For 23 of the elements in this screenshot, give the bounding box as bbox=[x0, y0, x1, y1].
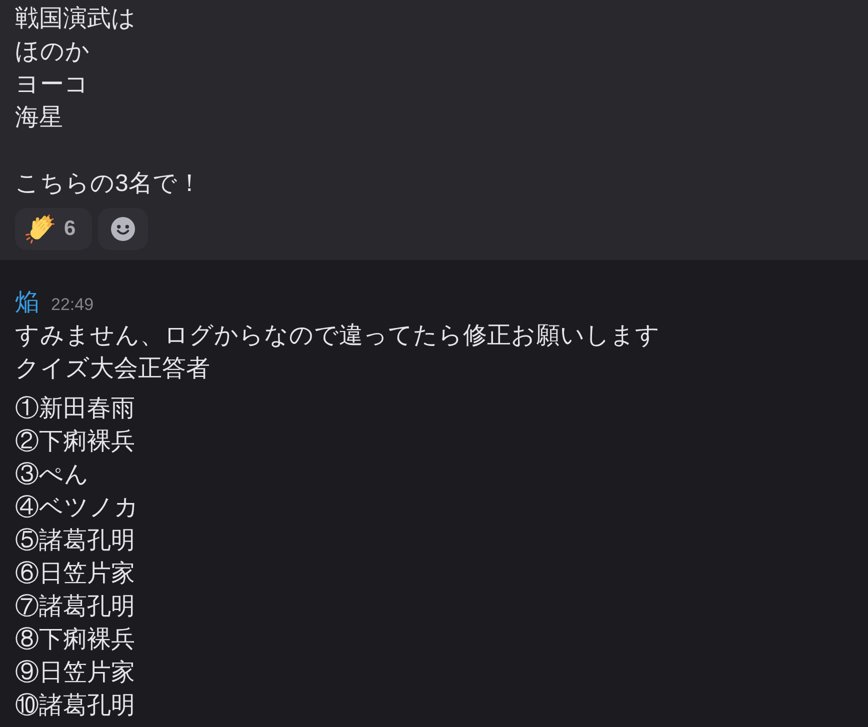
message-text: ⑤諸葛孔明 bbox=[15, 526, 135, 556]
message-text: ⑧下痢裸兵 bbox=[15, 625, 135, 655]
add-reaction-button[interactable] bbox=[98, 208, 148, 250]
message-text: ⑩諸葛孔明 bbox=[15, 691, 135, 721]
message-text: クイズ大会正答者 bbox=[15, 354, 210, 384]
message-text: 戦国演武は bbox=[15, 4, 136, 34]
message-text: ②下痢裸兵 bbox=[15, 427, 135, 457]
message-text: ④ベツノカ bbox=[15, 493, 139, 523]
message-text: ③ぺん bbox=[15, 460, 89, 490]
message-text: ⑨日笠片家 bbox=[15, 658, 135, 688]
message-text: 海星 bbox=[15, 103, 63, 133]
message-text: ほのか bbox=[15, 37, 90, 67]
message-text: すみません、ログからなので違ってたら修正お願いします bbox=[15, 321, 660, 351]
message-text: ⑥日笠片家 bbox=[15, 559, 135, 589]
message-text: ⑦諸葛孔明 bbox=[15, 592, 135, 622]
clapping-hands-icon bbox=[25, 214, 55, 244]
message-text: ①新田春雨 bbox=[15, 394, 135, 424]
message-text: こちらの3名で！ bbox=[15, 169, 202, 199]
username[interactable]: 焔 bbox=[15, 286, 39, 319]
smiley-icon bbox=[111, 217, 135, 241]
message-text: ヨーコ bbox=[15, 70, 89, 100]
timestamp: 22:49 bbox=[51, 294, 94, 316]
reaction-button[interactable]: 6 bbox=[15, 208, 92, 250]
